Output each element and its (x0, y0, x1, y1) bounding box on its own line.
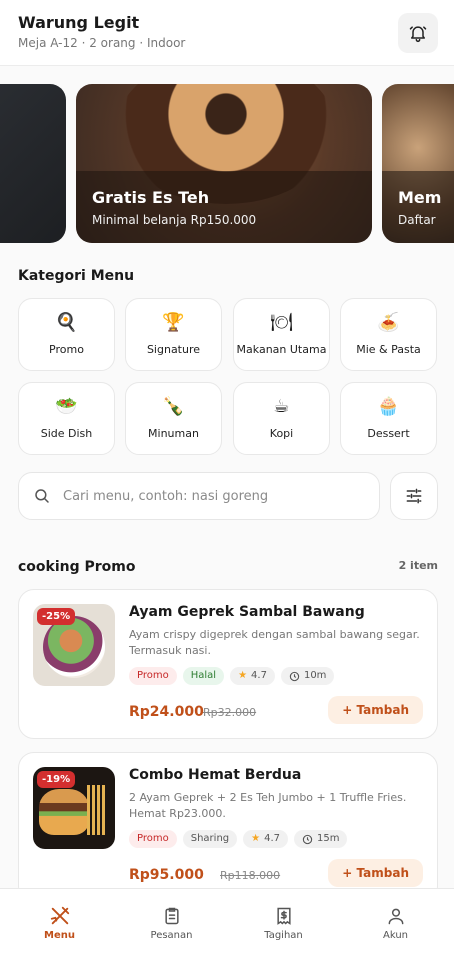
time-tag: 15m (294, 830, 348, 848)
promo-banner[interactable] (0, 84, 66, 243)
nav-label: Pesanan (150, 930, 193, 941)
nav-akun[interactable]: Akun (339, 889, 452, 957)
item-price: Rp24.000 (129, 704, 204, 720)
tag-sharing: Sharing (182, 830, 238, 848)
discount-badge: -19% (37, 771, 76, 788)
nav-label: Menu (44, 930, 75, 941)
category-label: Promo (49, 343, 84, 356)
category-label: Kopi (269, 427, 294, 440)
item-name: Ayam Geprek Sambal Bawang (129, 604, 365, 620)
fork-knife-icon (50, 906, 69, 925)
banner-overlay (382, 171, 454, 243)
discount-badge: -25% (37, 608, 76, 625)
category-dessert[interactable]: 🧁 Dessert (340, 382, 437, 455)
time-tag: 10m (280, 667, 335, 685)
item-description: 2 Ayam Geprek + 2 Es Teh Jumbo + 1 Truff… (129, 791, 407, 820)
tag-list: Promo Halal ★ 4.7 10m (129, 667, 335, 685)
item-old-price: Rp118.000 (220, 869, 281, 882)
search-input[interactable] (63, 485, 363, 507)
user-icon (388, 908, 403, 925)
star-icon: ★ (238, 670, 248, 681)
category-minuman[interactable]: 🍾 Minuman (125, 382, 222, 455)
promo-banner[interactable]: Mem Daftar (382, 84, 454, 243)
fries-image (87, 785, 107, 835)
category-label: Makanan Utama (236, 343, 327, 356)
cupcake-icon: 🧁 (377, 396, 400, 417)
burger-image (39, 789, 89, 835)
time-value: 15m (317, 833, 340, 844)
sliders-icon (406, 488, 422, 504)
banner-title: Gratis Es Teh (92, 188, 210, 207)
filter-button[interactable] (390, 472, 438, 520)
app-header: Warung Legit Meja A-12 · 2 orang · Indoo… (0, 0, 454, 66)
coffee-icon: ☕ (273, 396, 290, 417)
category-mie-pasta[interactable]: 🍝 Mie & Pasta (340, 298, 437, 371)
category-label: Mie & Pasta (356, 343, 421, 356)
tag-halal: Halal (182, 667, 225, 685)
banner-title: Mem (398, 188, 442, 207)
promo-carousel[interactable]: Gratis Es Teh Minimal belanja Rp150.000 … (0, 84, 454, 244)
menu-card[interactable]: -19% Combo Hemat Berdua 2 Ayam Geprek + … (18, 752, 438, 902)
add-to-cart-button[interactable]: + Tambah (328, 696, 423, 724)
restaurant-name: Warung Legit (18, 13, 140, 32)
tag-list: Promo Sharing ★ 4.7 15m (129, 830, 348, 848)
nav-menu[interactable]: Menu (3, 889, 116, 957)
plate-icon: 🍽 (270, 312, 293, 333)
banner-subtitle: Daftar (398, 213, 436, 227)
time-value: 10m (303, 670, 327, 681)
menu-card[interactable]: -25% Ayam Geprek Sambal Bawang Ayam cris… (18, 589, 438, 739)
search-icon (35, 489, 49, 503)
rating-tag: ★ 4.7 (243, 830, 288, 848)
rating-value: 4.7 (251, 670, 267, 681)
trophy-icon: 🏆 (162, 312, 185, 333)
nav-tagihan[interactable]: Tagihan (227, 889, 340, 957)
nav-label: Akun (383, 930, 408, 941)
category-label: Side Dish (40, 427, 93, 440)
category-side-dish[interactable]: 🥗 Side Dish (18, 382, 115, 455)
table-info: Meja A-12 · 2 orang · Indoor (18, 36, 186, 50)
section-title: cooking Promo (18, 559, 136, 575)
tag-promo: Promo (129, 830, 177, 848)
category-label: Minuman (148, 427, 199, 440)
notification-button[interactable] (398, 13, 438, 53)
category-kopi[interactable]: ☕ Kopi (233, 382, 330, 455)
search-bar[interactable] (18, 472, 380, 520)
item-description: Ayam crispy digeprek dengan sambal bawan… (129, 628, 420, 657)
category-signature[interactable]: 🏆 Signature (125, 298, 222, 371)
receipt-icon (276, 907, 291, 925)
banner-subtitle: Minimal belanja Rp150.000 (92, 213, 257, 227)
tag-promo: Promo (129, 667, 177, 685)
add-to-cart-button[interactable]: + Tambah (328, 859, 423, 887)
category-promo[interactable]: 🍳 Promo (18, 298, 115, 371)
salad-bowl (43, 616, 105, 678)
banner-overlay (76, 171, 372, 243)
category-makanan-utama[interactable]: 🍽 Makanan Utama (233, 298, 330, 371)
noodles-icon: 🍝 (377, 312, 400, 333)
promo-banner[interactable]: Gratis Es Teh Minimal belanja Rp150.000 (76, 84, 372, 243)
item-old-price: Rp32.000 (203, 706, 257, 719)
food-image: -25% (33, 604, 115, 686)
rating-value: 4.7 (264, 833, 280, 844)
star-icon: ★ (251, 833, 261, 844)
salad-icon: 🥗 (55, 396, 78, 417)
item-price: Rp95.000 (129, 867, 204, 883)
category-label: Dessert (367, 427, 410, 440)
bottom-navigation: Menu Pesanan Tagihan Akun (0, 888, 454, 957)
bell-icon (409, 26, 427, 43)
clock-icon (302, 834, 313, 844)
category-label: Signature (146, 343, 201, 356)
clipboard-icon (164, 907, 179, 925)
rating-tag: ★ 4.7 (230, 667, 275, 685)
nav-pesanan[interactable]: Pesanan (115, 889, 228, 957)
item-name: Combo Hemat Berdua (129, 767, 302, 783)
nav-label: Tagihan (264, 930, 303, 941)
pan-icon: 🍳 (55, 312, 78, 333)
bottle-icon: 🍾 (162, 396, 185, 417)
item-count: 2 item (398, 559, 438, 572)
food-image: -19% (33, 767, 115, 849)
categories-title: Kategori Menu (18, 268, 135, 284)
clock-icon (289, 671, 300, 681)
